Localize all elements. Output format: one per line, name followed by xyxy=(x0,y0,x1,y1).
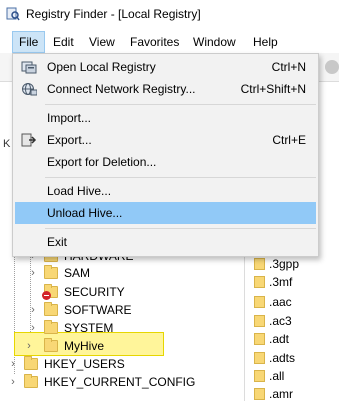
tree-item-label: HKEY_USERS xyxy=(44,357,125,371)
menu-export-for-deletion[interactable]: Export for Deletion... xyxy=(15,151,316,173)
tree-item-label: SAM xyxy=(64,266,91,280)
folder-icon xyxy=(44,302,58,316)
menu-separator xyxy=(45,104,316,105)
registry-finder-icon xyxy=(6,7,20,21)
chevron-right-icon[interactable]: › xyxy=(28,263,38,283)
menu-connect-network-registry[interactable]: Connect Network Registry... Ctrl+Shift+N xyxy=(15,78,316,100)
menu-file[interactable]: File xyxy=(12,31,46,53)
chevron-right-icon[interactable]: › xyxy=(28,318,38,338)
export-icon xyxy=(21,133,37,147)
tree-item-label: SOFTWARE xyxy=(64,303,132,317)
registry-icon xyxy=(21,61,37,74)
menu-favorites[interactable]: Favorites xyxy=(123,31,186,53)
menu-exit[interactable]: Exit xyxy=(15,231,316,253)
menu-view[interactable]: View xyxy=(82,31,122,53)
folder-icon xyxy=(44,265,58,279)
chevron-right-icon[interactable]: › xyxy=(8,372,18,392)
tree-partial-glyph: K xyxy=(3,138,11,150)
tree-item-label: SECURITY xyxy=(64,285,125,299)
folder-icon xyxy=(254,370,265,382)
access-denied-icon xyxy=(42,291,51,300)
menu-edit[interactable]: Edit xyxy=(46,31,81,53)
folder-icon xyxy=(254,333,265,345)
chevron-right-icon[interactable]: › xyxy=(28,300,38,320)
toolbar-button-icon[interactable] xyxy=(325,60,339,74)
menu-import[interactable]: Import... xyxy=(15,107,316,129)
file-menu-dropdown: Open Local Registry Ctrl+N Connect Netwo… xyxy=(12,53,319,257)
menu-load-hive[interactable]: Load Hive... xyxy=(15,180,316,202)
folder-icon xyxy=(24,356,38,370)
menu-bar: File Edit View Favorites Window Help xyxy=(0,31,339,53)
menu-unload-hive[interactable]: Unload Hive... xyxy=(15,202,316,224)
folder-icon xyxy=(254,352,265,364)
menu-open-local-registry[interactable]: Open Local Registry Ctrl+N xyxy=(15,56,316,78)
chevron-right-icon[interactable]: › xyxy=(24,336,34,356)
tree-item-label: SYSTEM xyxy=(64,321,114,335)
tree-item-label: HKEY_CURRENT_CONFIG xyxy=(44,375,196,389)
menu-help[interactable]: Help xyxy=(246,31,285,53)
folder-icon xyxy=(44,320,58,334)
menu-export[interactable]: Export... Ctrl+E xyxy=(15,129,316,151)
folder-icon xyxy=(254,258,265,270)
chevron-right-icon[interactable]: › xyxy=(8,354,18,374)
folder-icon xyxy=(254,276,265,288)
folder-icon xyxy=(254,388,265,400)
title-bar: Registry Finder - [Local Registry] xyxy=(0,0,339,30)
tree-item-label: MyHive xyxy=(64,339,105,353)
folder-icon xyxy=(254,296,265,308)
folder-icon xyxy=(24,374,38,388)
network-icon xyxy=(22,83,37,96)
menu-separator xyxy=(45,228,316,229)
window-title: Registry Finder - [Local Registry] xyxy=(26,7,201,21)
folder-icon xyxy=(254,315,265,327)
folder-icon xyxy=(44,338,58,352)
menu-window[interactable]: Window xyxy=(186,31,243,53)
menu-separator xyxy=(45,177,316,178)
